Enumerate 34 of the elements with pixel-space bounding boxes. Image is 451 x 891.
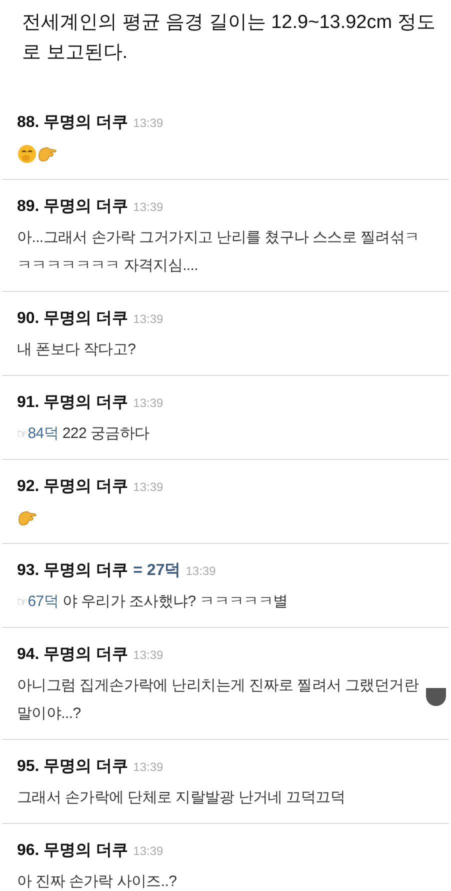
comment-author: 96. 무명의 더쿠 <box>17 841 128 861</box>
comment-text: 아 진짜 손가락 사이즈..? <box>17 872 178 891</box>
smiley-face-icon <box>17 144 37 164</box>
comment-author: 94. 무명의 더쿠 <box>17 645 128 665</box>
comment-time: 13:39 <box>133 479 164 496</box>
article-text: 로 보고된다. <box>22 41 129 65</box>
comment-text: 아니그럼 집게손가락에 난리치는게 진짜로 찔려서 그랬던거란 말이야...? <box>17 676 420 724</box>
comment-author: 88. 무명의 더쿠 <box>17 113 128 133</box>
comment-time: 13:39 <box>133 395 164 412</box>
comment-text: 아...그래서 손가락 그거가지고 난리를 쳤구나 스스로 찔려섞ㅋㅋㅋㅋㅋㅋㅋㅋ 자격지심.... <box>17 228 420 276</box>
reply-link[interactable]: 67덕 <box>28 593 58 610</box>
comment-time: 13:39 <box>133 759 164 776</box>
comment-time: 13:39 <box>186 563 216 580</box>
floating-button[interactable] <box>426 688 446 706</box>
comment-text: 그래서 손가락에 단체로 지랄발광 난거네 끄덕끄덕 <box>17 788 346 808</box>
reply-mark: ☞ <box>17 595 28 609</box>
comment-time: 13:39 <box>133 115 164 132</box>
author-tag: = 27덕 <box>133 560 181 582</box>
comment-author: 90. 무명의 더쿠 <box>17 309 128 329</box>
comment-time: 13:39 <box>133 199 164 216</box>
comment-time: 13:39 <box>133 647 164 664</box>
comment-time: 13:39 <box>133 843 164 860</box>
comment-text: 222 궁금하다 <box>61 425 150 442</box>
comment-author: 89. 무명의 더쿠 <box>17 197 128 217</box>
comment-text: 내 폰보다 작다고? <box>17 340 137 360</box>
comment-time: 13:39 <box>133 311 164 328</box>
reply-mark: ☞ <box>17 427 28 441</box>
comment-author: 91. 무명의 더쿠 <box>17 393 128 413</box>
comment-author: 93. 무명의 더쿠 <box>17 561 128 581</box>
comment-author: 92. 무명의 더쿠 <box>17 477 128 497</box>
comment-author: 95. 무명의 더쿠 <box>17 757 128 777</box>
article-text: 전세계인의 평균 음경 길이는 12.9~13.92cm 정도 <box>22 11 436 35</box>
reply-link[interactable]: 84덕 <box>28 425 58 442</box>
comment-text: 야 우리가 조사했냐? ㅋㅋㅋㅋㅋ별 <box>61 593 288 610</box>
